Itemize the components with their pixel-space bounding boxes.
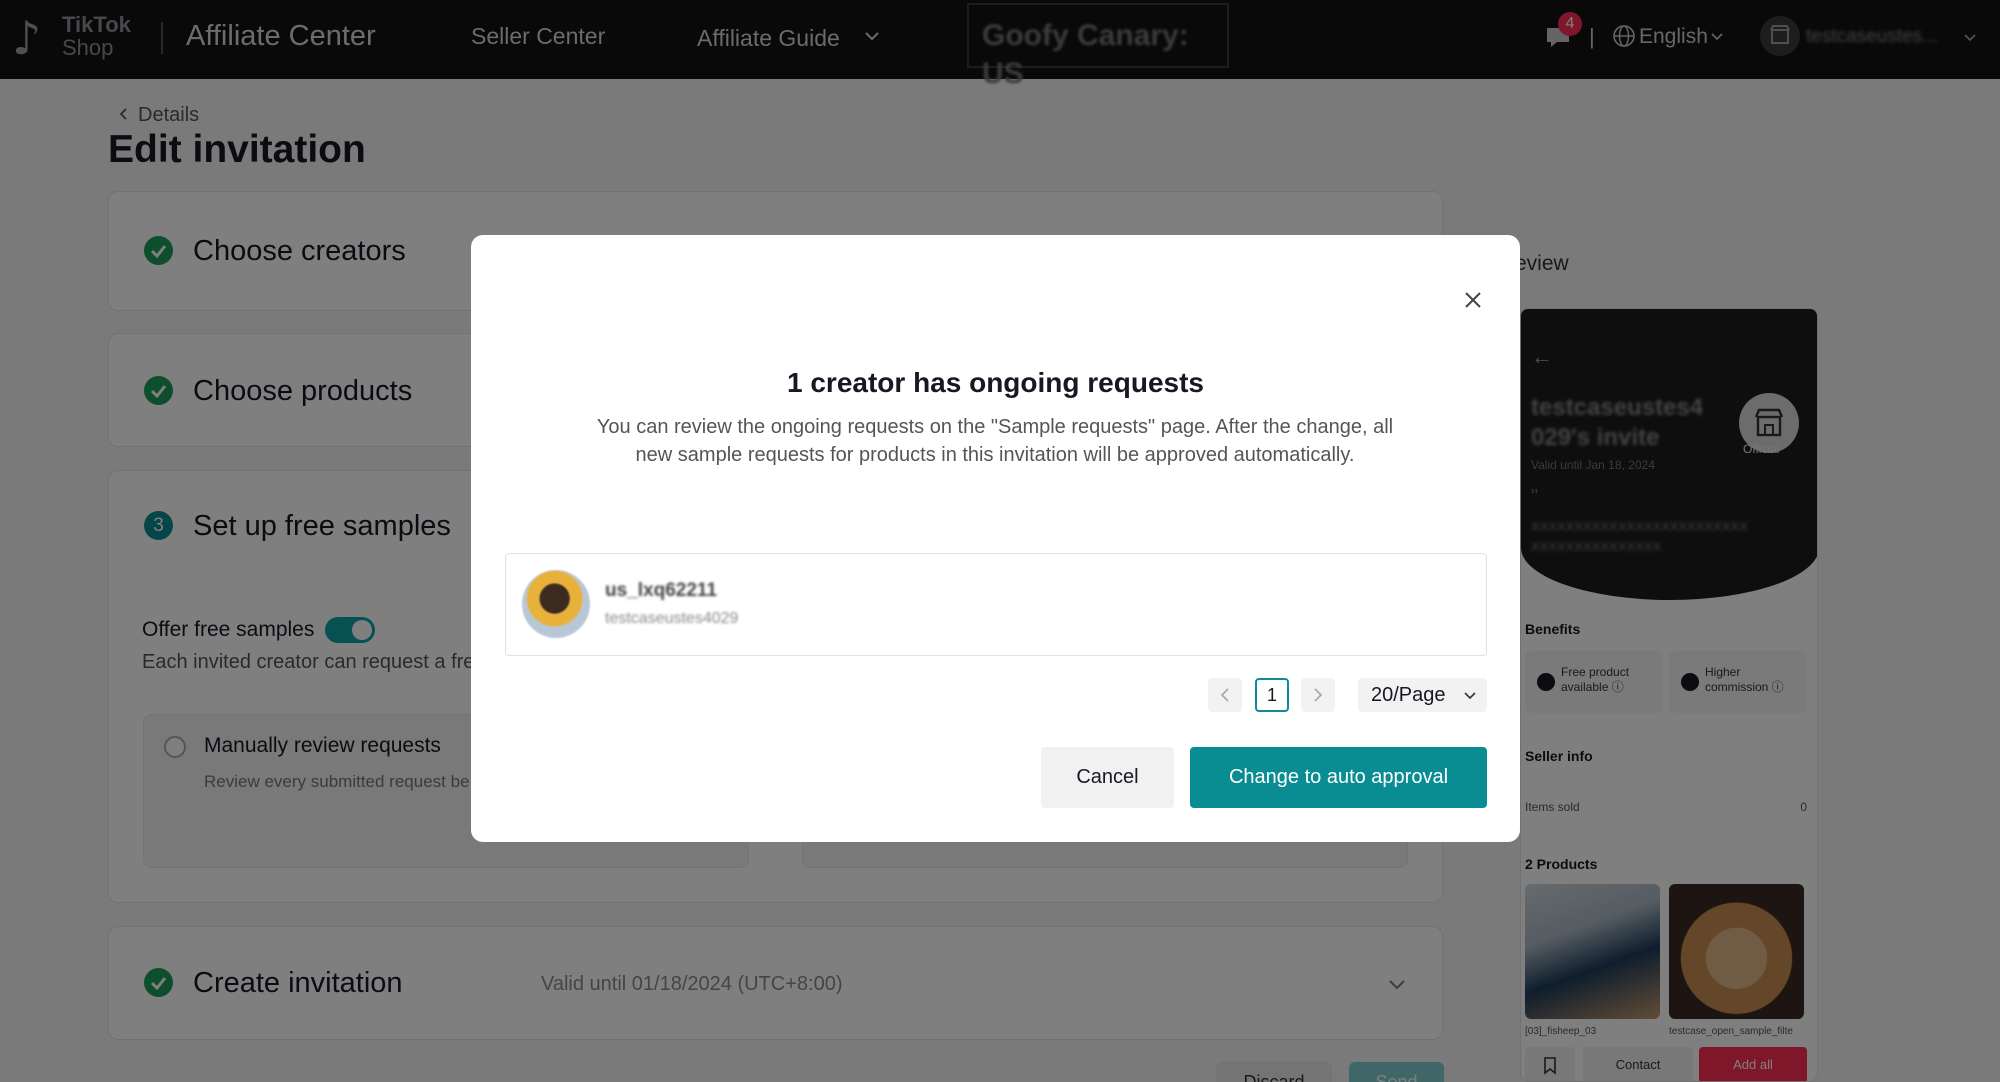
chevron-left-icon xyxy=(1220,688,1229,702)
modal-description: You can review the ongoing requests on t… xyxy=(596,416,1394,466)
pagination-prev-button[interactable] xyxy=(1208,678,1242,712)
change-to-auto-approval-button[interactable]: Change to auto approval xyxy=(1190,747,1487,808)
chevron-right-icon xyxy=(1314,688,1323,702)
cancel-button[interactable]: Cancel xyxy=(1041,747,1174,808)
page-size-select[interactable]: 20/Page xyxy=(1358,678,1487,712)
creator-avatar xyxy=(522,570,590,638)
pagination-page[interactable]: 1 xyxy=(1255,678,1289,712)
creator-list-item xyxy=(505,553,1487,656)
modal-title: 1 creator has ongoing requests xyxy=(787,367,1204,398)
close-icon[interactable] xyxy=(1462,289,1484,311)
page-size-label: 20/Page xyxy=(1371,684,1446,706)
creator-name: us_lxq62211 xyxy=(605,580,717,601)
pagination-next-button[interactable] xyxy=(1301,678,1335,712)
creator-shop-name: testcaseustes4029 xyxy=(605,610,739,627)
chevron-down-icon xyxy=(1464,692,1476,700)
